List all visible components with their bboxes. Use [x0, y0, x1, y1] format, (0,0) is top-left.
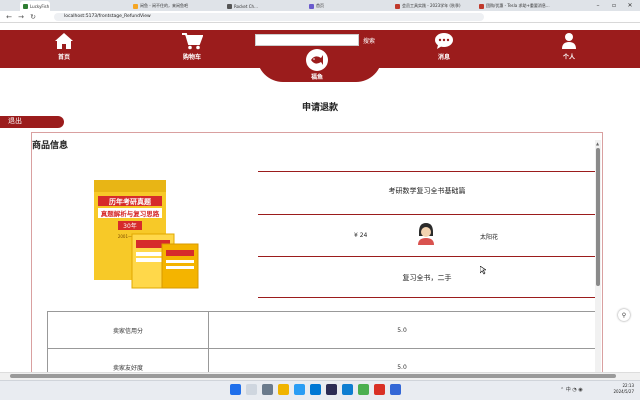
search-taskbar-icon[interactable]: [246, 384, 257, 395]
tab-favicon-icon: [227, 3, 232, 9]
search-button[interactable]: 搜索: [360, 34, 378, 46]
logo[interactable]: [306, 49, 328, 71]
seller-name[interactable]: 太阳花: [480, 232, 498, 241]
cover-badge: 30年: [123, 222, 137, 230]
address-bar-row: ← → ↻ localhost:5173/frontstage_RefundVi…: [0, 11, 640, 23]
divider: [258, 297, 596, 298]
nav-messages[interactable]: 消息: [424, 32, 464, 66]
tab-group[interactable]: 团购/优惠 - Tesla 求助+重要消息...: [476, 1, 556, 11]
tab-label: 团购/优惠 - Tesla 求助+重要消息...: [486, 3, 550, 8]
url-field[interactable]: localhost:5173/frontstage_RefundView: [54, 13, 484, 21]
close-icon[interactable]: ✕: [622, 0, 638, 11]
nav-cart[interactable]: 购物车: [172, 32, 212, 66]
divider: [258, 214, 596, 215]
product-title: 考研数学复习全书基础篇: [388, 187, 466, 195]
divider: [258, 256, 596, 257]
tab-label: 首页: [316, 3, 324, 8]
logo-text: 福鱼: [310, 74, 323, 81]
tab-label: Rocket Ch...: [234, 3, 258, 9]
horizontal-scroll-thumb[interactable]: [10, 374, 616, 378]
cover-headline: 历年考研真题: [109, 197, 152, 206]
start-icon[interactable]: [230, 384, 241, 395]
edge-icon[interactable]: [294, 384, 305, 395]
browser-tab-strip: LuckyFish 闲鱼 - 闲不住的，来闲鱼吧 Rocket Ch... 首页…: [0, 0, 640, 11]
rating-value: 5.0: [208, 311, 596, 349]
tab-luckyfish[interactable]: LuckyFish: [20, 1, 50, 11]
logout-button[interactable]: 退出: [0, 116, 64, 128]
app-icon[interactable]: [326, 384, 337, 395]
nav-home[interactable]: 首页: [44, 32, 84, 66]
vscode-icon[interactable]: [342, 384, 353, 395]
table-row: 卖家信用分 5.0: [47, 311, 596, 349]
taskbar-clock[interactable]: 22:13 2024/5/27: [594, 383, 634, 395]
user-icon: [562, 33, 576, 49]
cart-icon: [182, 33, 203, 50]
nav-label: 消息: [437, 54, 450, 61]
rating-label: 卖家信用分: [47, 311, 209, 349]
minimize-icon[interactable]: –: [590, 0, 606, 11]
task-view-icon[interactable]: [262, 384, 273, 395]
vertical-scroll-thumb[interactable]: [596, 148, 600, 286]
wechat-icon[interactable]: [358, 384, 369, 395]
clock-date: 2024/5/27: [613, 389, 634, 394]
tab-home[interactable]: 首页: [306, 1, 346, 11]
nav-label: 购物车: [182, 54, 201, 61]
tab-xianyu[interactable]: 闲鱼 - 闲不住的，来闲鱼吧: [130, 1, 220, 11]
product-description: 复习全书，二手: [402, 274, 452, 282]
section-title: 商品信息: [32, 141, 69, 151]
file-explorer-icon[interactable]: [278, 384, 289, 395]
back-icon[interactable]: ←: [4, 12, 14, 22]
tab-rocket[interactable]: Rocket Ch...: [224, 1, 274, 11]
tab-favicon-icon: [309, 3, 314, 9]
divider: [258, 171, 596, 172]
product-price: ¥ 24: [354, 232, 368, 239]
app-icon[interactable]: [390, 384, 401, 395]
search-input[interactable]: [255, 34, 359, 46]
forward-icon[interactable]: →: [16, 12, 26, 22]
tab-label: 会员工具实践 - 2023学年 (秋季): [402, 3, 461, 8]
reload-icon[interactable]: ↻: [28, 12, 38, 22]
cover-subline: 真题解析与复习思路: [101, 209, 160, 218]
tab-label: 闲鱼 - 闲不住的，来闲鱼吧: [140, 3, 188, 8]
store-icon[interactable]: [310, 384, 321, 395]
fish-logo-icon: [311, 55, 323, 65]
tab-favicon-icon: [479, 3, 484, 9]
nav-label: 个人: [562, 54, 575, 61]
app-icon[interactable]: [374, 384, 385, 395]
tab-favicon-icon: [133, 3, 138, 9]
chat-icon: [435, 33, 453, 49]
nav-profile[interactable]: 个人: [549, 32, 589, 66]
tab-course[interactable]: 会员工具实践 - 2023学年 (秋季): [392, 1, 472, 11]
scroll-up-icon[interactable]: ▲: [596, 141, 599, 146]
product-image: 历年考研真题 真题解析与复习思路 30年 2001—2024: [94, 180, 199, 289]
home-icon: [55, 33, 73, 49]
nav-label: 首页: [57, 54, 70, 61]
system-tray[interactable]: ⌃ 中 ◔ ◉: [560, 386, 583, 393]
tab-favicon-icon: [395, 3, 400, 9]
mouse-cursor-icon: [480, 266, 486, 275]
tab-label: LuckyFish: [30, 3, 50, 9]
tab-favicon-icon: [23, 3, 28, 9]
maximize-icon[interactable]: ▫: [606, 0, 622, 11]
page-title: 申请退款: [301, 103, 338, 113]
side-helper-icon[interactable]: ⚲: [618, 309, 630, 321]
seller-avatar[interactable]: [416, 222, 436, 246]
